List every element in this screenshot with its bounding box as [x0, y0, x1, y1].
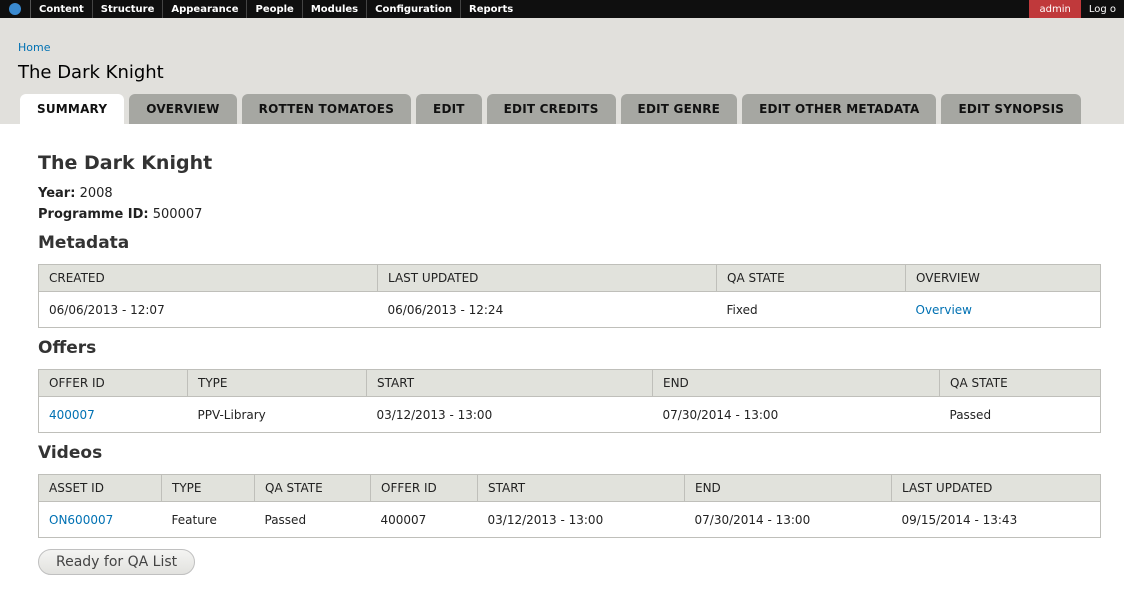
- drupal-drop-icon: [9, 3, 21, 15]
- column-header: LAST UPDATED: [891, 474, 1101, 502]
- end-cell: 07/30/2014 - 13:00: [684, 501, 892, 538]
- menu-appearance[interactable]: Appearance: [162, 0, 246, 18]
- year-value: 2008: [79, 186, 113, 201]
- table-row: 06/06/2013 - 12:07 06/06/2013 - 12:24 Fi…: [38, 291, 1101, 328]
- column-header: TYPE: [161, 474, 255, 502]
- programme-id-value: 500007: [152, 207, 203, 222]
- column-header: START: [477, 474, 685, 502]
- page-title: The Dark Knight: [18, 62, 164, 83]
- column-header: ASSET ID: [38, 474, 162, 502]
- column-header: OFFER ID: [370, 474, 478, 502]
- videos-table: ASSET ID TYPE QA STATE OFFER ID START EN…: [38, 474, 1101, 538]
- column-header: TYPE: [187, 369, 367, 397]
- end-cell: 07/30/2014 - 13:00: [652, 396, 940, 433]
- tab-edit-credits[interactable]: EDIT CREDITS: [486, 94, 616, 124]
- menu-modules[interactable]: Modules: [301, 0, 366, 18]
- tab-summary[interactable]: SUMMARY: [20, 94, 125, 124]
- tab-edit[interactable]: EDIT: [416, 94, 482, 124]
- type-cell: Feature: [161, 501, 255, 538]
- tab-edit-genre[interactable]: EDIT GENRE: [620, 94, 738, 124]
- overview-link[interactable]: Overview: [916, 303, 973, 317]
- menu-people[interactable]: People: [246, 0, 301, 18]
- breadcrumb-home[interactable]: Home: [18, 41, 50, 54]
- offer-id-link[interactable]: 400007: [49, 408, 95, 422]
- column-header: END: [684, 474, 892, 502]
- menu-configuration[interactable]: Configuration: [366, 0, 460, 18]
- offers-heading: Offers: [38, 338, 97, 358]
- table-header-row: OFFER ID TYPE START END QA STATE: [38, 369, 1101, 397]
- tab-edit-synopsis[interactable]: EDIT SYNOPSIS: [941, 94, 1082, 124]
- last-updated-cell: 09/15/2014 - 13:43: [891, 501, 1101, 538]
- tab-overview[interactable]: OVERVIEW: [129, 94, 237, 124]
- year-line: Year: 2008: [38, 186, 113, 201]
- programme-id-label: Programme ID:: [38, 207, 149, 222]
- qa-state-cell: Fixed: [716, 291, 906, 328]
- column-header: QA STATE: [254, 474, 371, 502]
- start-cell: 03/12/2013 - 13:00: [366, 396, 653, 433]
- metadata-table: CREATED LAST UPDATED QA STATE OVERVIEW 0…: [38, 264, 1101, 328]
- toolbar-menu: Content Structure Appearance People Modu…: [30, 0, 521, 18]
- user-link[interactable]: admin: [1029, 0, 1081, 18]
- offer-id-cell: 400007: [370, 501, 478, 538]
- table-header-row: CREATED LAST UPDATED QA STATE OVERVIEW: [38, 264, 1101, 292]
- offer-id-cell: 400007: [38, 396, 188, 433]
- tab-edit-other-metadata[interactable]: EDIT OTHER METADATA: [742, 94, 937, 124]
- asset-id-link[interactable]: ON600007: [49, 513, 113, 527]
- metadata-heading: Metadata: [38, 233, 130, 253]
- menu-reports[interactable]: Reports: [460, 0, 521, 18]
- offers-table: OFFER ID TYPE START END QA STATE 400007 …: [38, 369, 1101, 433]
- column-header: START: [366, 369, 653, 397]
- asset-id-cell: ON600007: [38, 501, 162, 538]
- column-header: CREATED: [38, 264, 378, 292]
- programme-title: The Dark Knight: [38, 152, 213, 174]
- table-row: ON600007 Feature Passed 400007 03/12/201…: [38, 501, 1101, 538]
- last-updated-cell: 06/06/2013 - 12:24: [377, 291, 717, 328]
- qa-state-cell: Passed: [254, 501, 371, 538]
- home-logo[interactable]: [0, 0, 30, 18]
- menu-structure[interactable]: Structure: [91, 0, 163, 18]
- year-label: Year:: [38, 186, 76, 201]
- column-header: QA STATE: [939, 369, 1101, 397]
- programme-id-line: Programme ID: 500007: [38, 207, 202, 222]
- column-header: OFFER ID: [38, 369, 188, 397]
- tab-bar: SUMMARY OVERVIEW ROTTEN TOMATOES EDIT ED…: [20, 94, 1086, 124]
- admin-toolbar: Content Structure Appearance People Modu…: [0, 0, 1124, 18]
- overview-cell: Overview: [905, 291, 1101, 328]
- page-header: Home The Dark Knight SUMMARY OVERVIEW RO…: [0, 18, 1124, 124]
- menu-content[interactable]: Content: [30, 0, 92, 18]
- column-header: OVERVIEW: [905, 264, 1101, 292]
- toolbar-user-area: admin Log o: [1029, 0, 1124, 18]
- type-cell: PPV-Library: [187, 396, 367, 433]
- videos-heading: Videos: [38, 443, 103, 463]
- table-header-row: ASSET ID TYPE QA STATE OFFER ID START EN…: [38, 474, 1101, 502]
- start-cell: 03/12/2013 - 13:00: [477, 501, 685, 538]
- table-row: 400007 PPV-Library 03/12/2013 - 13:00 07…: [38, 396, 1101, 433]
- column-header: LAST UPDATED: [377, 264, 717, 292]
- column-header: QA STATE: [716, 264, 906, 292]
- ready-for-qa-list-button[interactable]: Ready for QA List: [38, 549, 196, 575]
- tab-rotten-tomatoes[interactable]: ROTTEN TOMATOES: [241, 94, 412, 124]
- created-cell: 06/06/2013 - 12:07: [38, 291, 378, 328]
- qa-state-cell: Passed: [939, 396, 1101, 433]
- column-header: END: [652, 369, 940, 397]
- logout-link[interactable]: Log o: [1081, 0, 1124, 18]
